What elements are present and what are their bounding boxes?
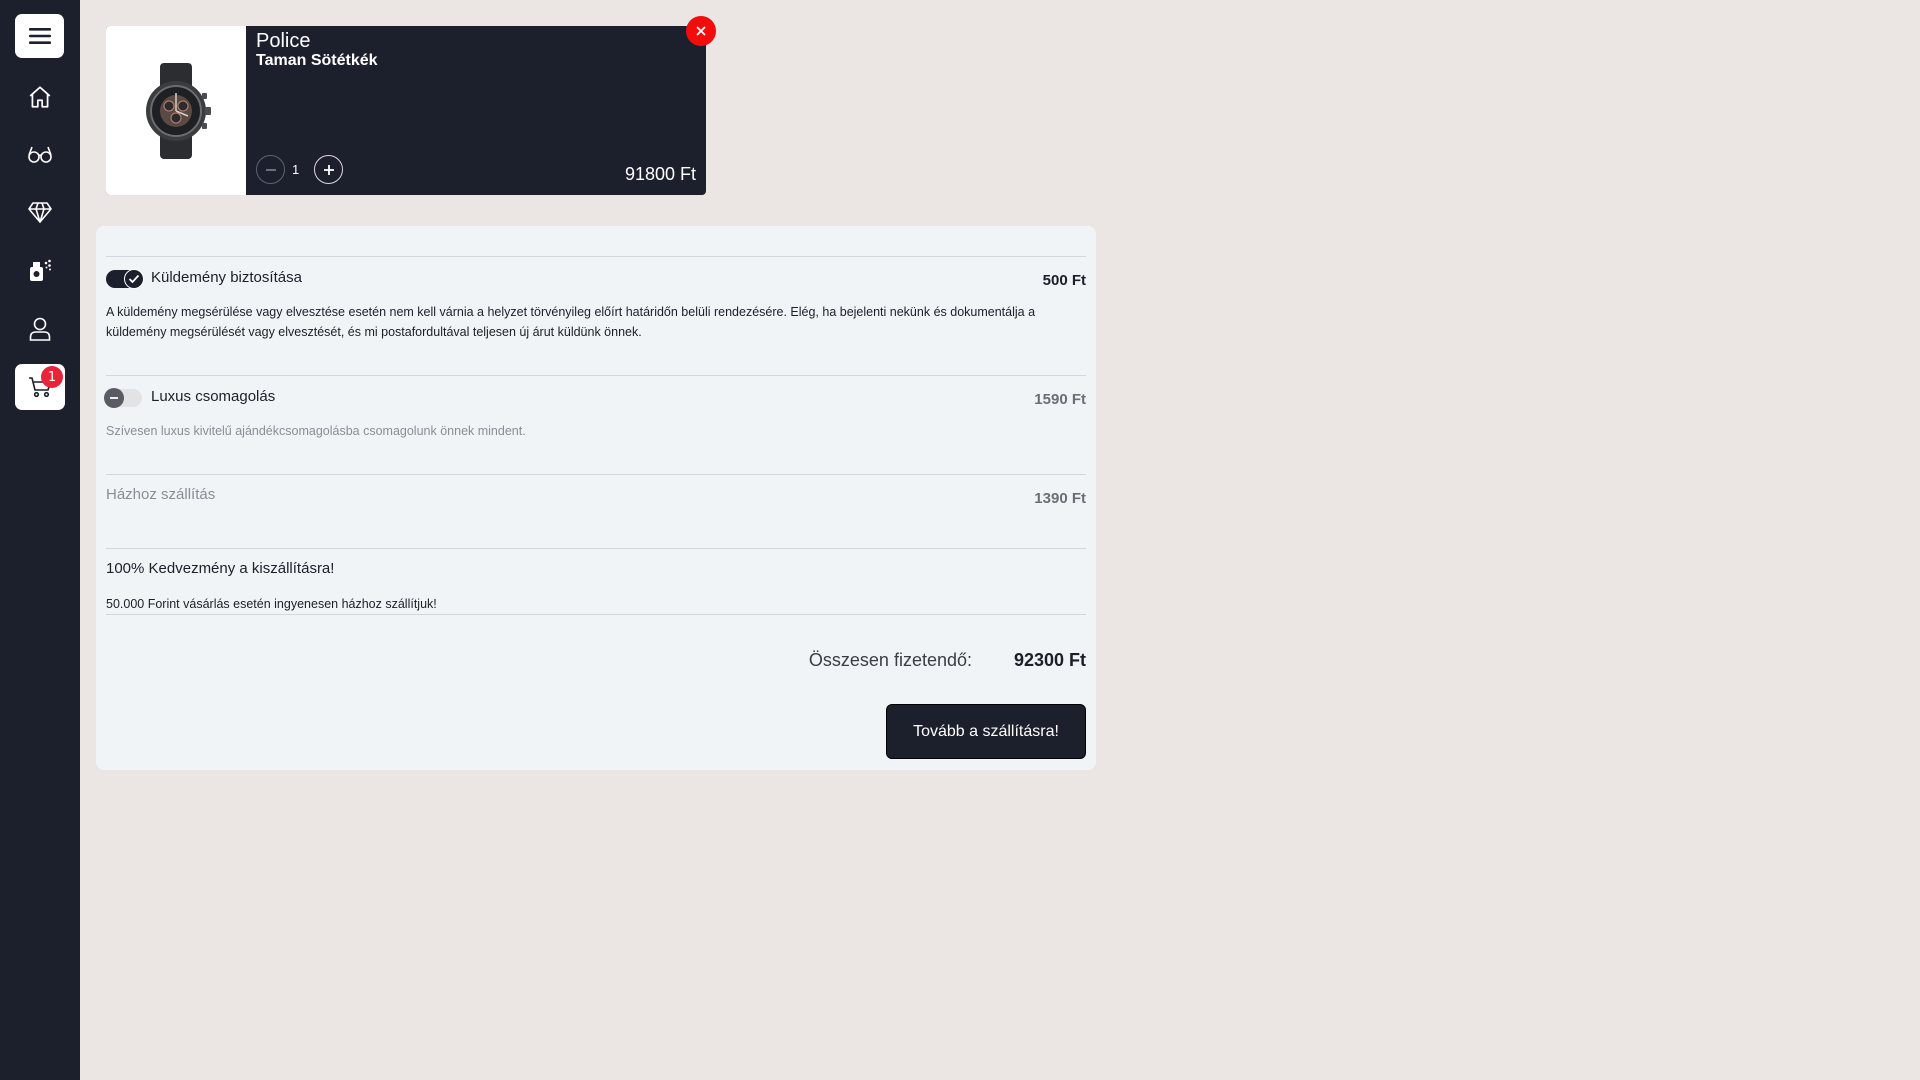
minus-icon [110,397,118,399]
toggle-knob [104,388,124,408]
nav-cart[interactable]: 1 [15,364,65,410]
close-icon [696,26,706,36]
total-label: Összesen fizetendő: [808,650,972,670]
quantity-value: 1 [292,162,300,177]
product-image[interactable] [106,26,246,195]
nav-home[interactable] [15,74,65,120]
toggle-knob [124,269,144,289]
diamond-icon [28,202,52,223]
nav-jewelry[interactable] [15,189,65,235]
order-summary-panel: Küldemény biztosítása 500 Ft A küldemény… [96,226,1096,770]
continue-to-shipping-button[interactable]: Tovább a szállításra! [886,704,1086,759]
quantity-increase-button[interactable] [314,155,343,184]
check-icon [128,274,140,284]
hamburger-menu-icon [28,28,51,44]
cart-item-card: Police Taman Sötétkék 1 91800 Ft [106,26,706,195]
user-icon [29,317,51,341]
promo-title: 100% Kedvezmény a kiszállításra! [106,560,335,577]
divider [106,256,1086,257]
gift-wrap-toggle[interactable] [104,388,142,408]
home-delivery-price: 1390 Ft [1034,490,1086,507]
insurance-label: Küldemény biztosítása [151,269,302,286]
promo-description: 50.000 Forint vásárlás esetén ingyenesen… [106,597,437,611]
menu-button[interactable] [15,14,64,58]
gift-wrap-label: Luxus csomagolás [151,388,276,405]
home-delivery-label: Házhoz szállítás [106,486,216,503]
sidebar: 1 [0,0,80,1080]
gift-wrap-description: Szívesen luxus kivitelű ajándékcsomagolá… [106,424,526,438]
plus-icon [323,164,334,175]
remove-item-button[interactable] [686,16,716,46]
item-price: 91800 Ft [624,164,696,184]
insurance-price: 500 Ft [1042,272,1086,289]
cart-count-badge: 1 [41,366,63,388]
wristwatch-icon [146,62,211,159]
total-value: 92300 Ft [1013,650,1086,670]
home-icon [29,86,51,108]
insurance-toggle[interactable] [106,269,144,289]
divider [106,474,1086,475]
product-brand: Police [256,30,311,52]
gift-wrap-price: 1590 Ft [1034,391,1086,408]
nav-account[interactable] [15,306,65,352]
minus-icon [265,168,276,171]
glasses-icon [28,146,52,163]
insurance-description: A küldemény megsérülése vagy elvesztése … [106,305,1036,339]
quantity-decrease-button[interactable] [256,155,285,184]
product-model: Taman Sötétkék [256,52,378,69]
divider [106,614,1086,615]
divider [106,548,1086,549]
nav-perfume[interactable] [15,247,65,293]
nav-glasses[interactable] [15,131,65,177]
perfume-icon [30,259,51,281]
divider [106,375,1086,376]
